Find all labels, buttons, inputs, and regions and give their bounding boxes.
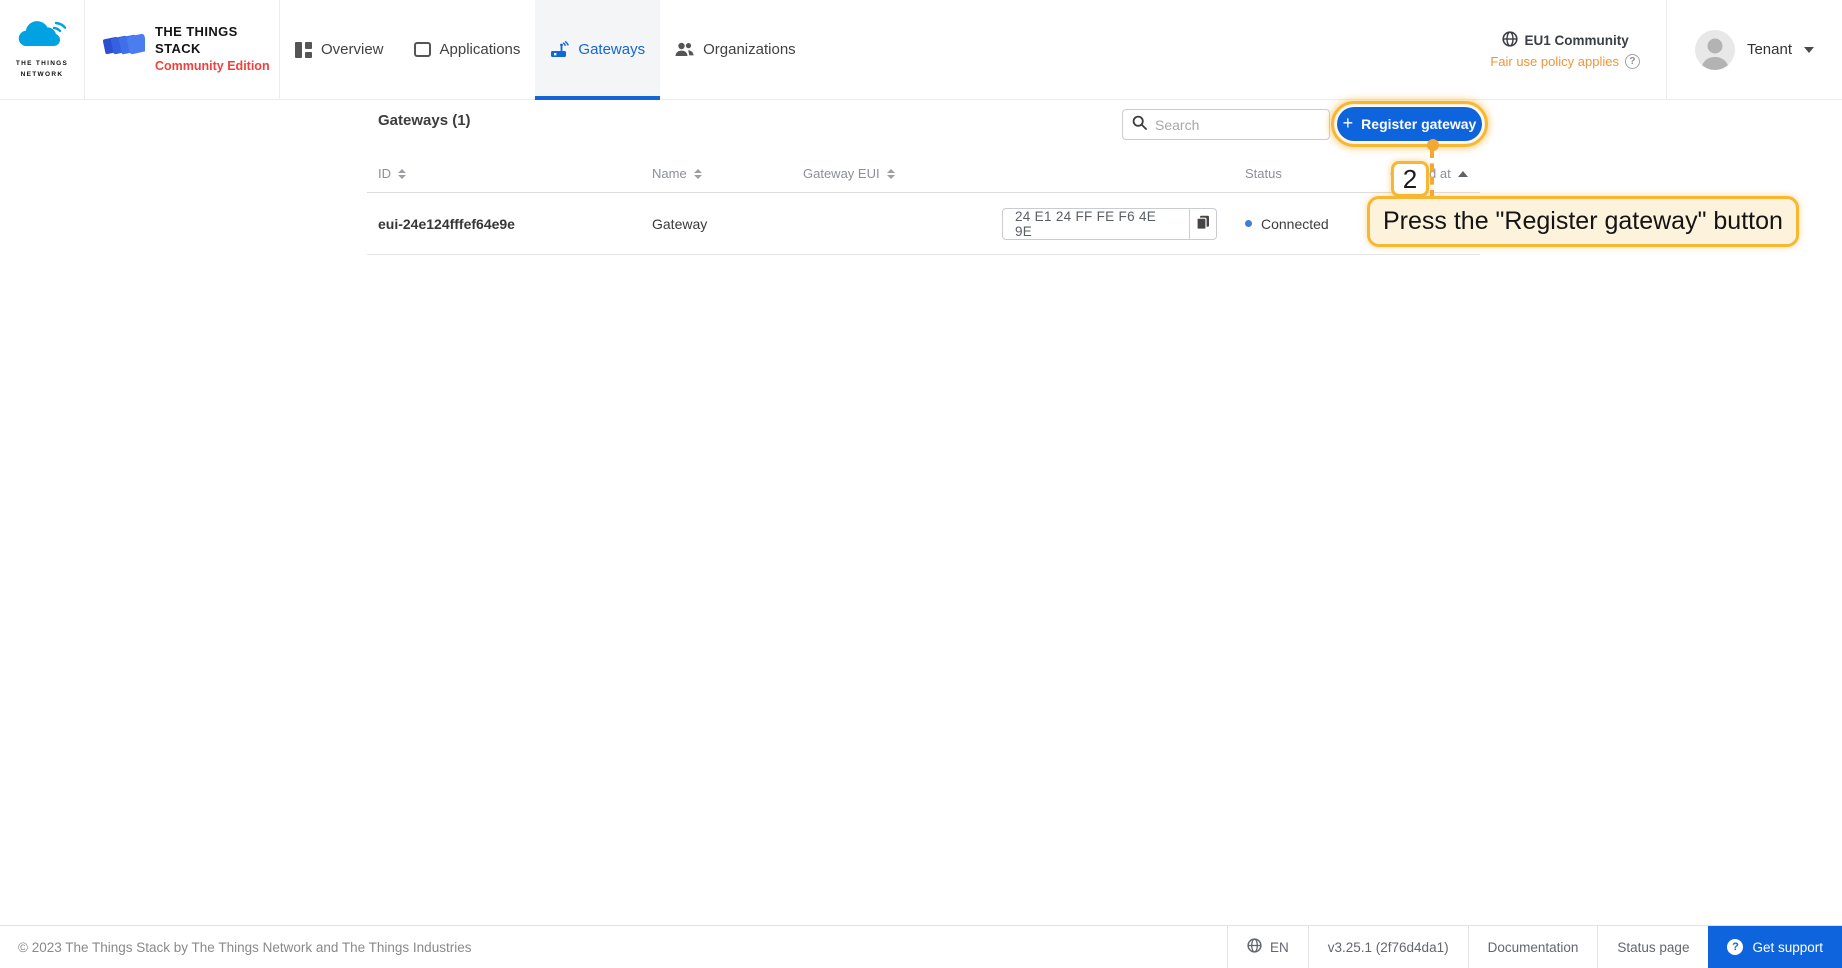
- things-stack-logo[interactable]: THE THINGS STACK Community Edition: [85, 0, 280, 99]
- fair-use-help-icon[interactable]: ?: [1625, 54, 1640, 69]
- sort-icon: [887, 169, 895, 179]
- tab-gateways[interactable]: Gateways: [535, 0, 660, 99]
- applications-window-icon: [414, 42, 431, 57]
- connected-status-dot: [1245, 220, 1252, 227]
- cluster-name: EU1 Community: [1525, 33, 1629, 48]
- cluster-info: EU1 Community Fair use policy applies ?: [1464, 0, 1666, 99]
- tab-overview[interactable]: Overview: [280, 0, 399, 99]
- column-header-gateway-eui[interactable]: Gateway EUI: [803, 166, 895, 181]
- tts-logo-title: THE THINGS STACK: [155, 24, 279, 58]
- search-input[interactable]: [1155, 117, 1320, 133]
- user-menu[interactable]: Tenant: [1667, 0, 1842, 99]
- plus-icon: +: [1343, 114, 1354, 132]
- column-header-id-label: ID: [378, 166, 391, 181]
- search-icon: [1132, 115, 1147, 135]
- copy-eui-button[interactable]: [1189, 209, 1216, 239]
- tab-gateways-label: Gateways: [578, 41, 645, 58]
- annotation-step-badge: 2: [1391, 161, 1429, 197]
- table-row[interactable]: eui-24e124fffef64e9e Gateway 24 E1 24 FF…: [367, 193, 1480, 255]
- column-header-name[interactable]: Name: [652, 166, 702, 181]
- column-header-eui-label: Gateway EUI: [803, 166, 880, 181]
- cluster-globe-icon: [1502, 31, 1518, 50]
- tab-applications[interactable]: Applications: [399, 0, 536, 99]
- main-nav: Overview Applications: [280, 0, 811, 99]
- sort-icon: [398, 169, 406, 179]
- gateways-table: ID Name Gateway EUI Status Created at eu…: [367, 160, 1480, 255]
- gateways-router-icon: [550, 41, 569, 58]
- top-bar: THE THINGS NETWORK THE THINGS STACK Comm…: [0, 0, 1842, 100]
- copy-icon: [1196, 215, 1210, 233]
- tab-organizations-label: Organizations: [703, 41, 796, 58]
- table-header-row: ID Name Gateway EUI Status Created at: [367, 160, 1480, 193]
- language-selector[interactable]: EN: [1227, 926, 1308, 968]
- gateway-name-cell: Gateway: [652, 216, 707, 232]
- register-gateway-label: Register gateway: [1361, 116, 1476, 132]
- search-box: [1122, 109, 1330, 140]
- documentation-link[interactable]: Documentation: [1468, 926, 1598, 968]
- column-header-name-label: Name: [652, 166, 687, 181]
- gateways-page: THE THINGS NETWORK THE THINGS STACK Comm…: [0, 0, 1842, 968]
- status-page-link[interactable]: Status page: [1597, 926, 1708, 968]
- language-globe-icon: [1247, 938, 1262, 956]
- page-title: Gateways (1): [378, 112, 471, 129]
- tts-logo-subtitle: Community Edition: [155, 58, 279, 74]
- tts-squares-icon: [101, 28, 145, 71]
- column-header-status: Status: [1245, 166, 1282, 181]
- copyright-text: © 2023 The Things Stack by The Things Ne…: [0, 926, 471, 968]
- column-header-id[interactable]: ID: [378, 166, 406, 181]
- gateway-status-cell: Connected: [1245, 216, 1329, 232]
- ttn-logo-text-line2: NETWORK: [21, 70, 64, 79]
- annotation-tooltip: Press the "Register gateway" button: [1367, 196, 1799, 247]
- user-name: Tenant: [1747, 41, 1792, 58]
- gateway-eui-value: 24 E1 24 FF FE F6 4E 9E: [1003, 209, 1189, 239]
- ttn-logo-text-line1: THE THINGS: [16, 59, 68, 68]
- language-label: EN: [1270, 940, 1289, 955]
- fair-use-label: Fair use policy applies: [1490, 54, 1619, 69]
- version-info: v3.25.1 (2f76d4da1): [1308, 926, 1468, 968]
- connected-status-label: Connected: [1261, 216, 1329, 232]
- footer-right: EN v3.25.1 (2f76d4da1) Documentation Sta…: [1227, 926, 1842, 968]
- tab-overview-label: Overview: [321, 41, 384, 58]
- chevron-down-icon: [1804, 47, 1814, 53]
- get-support-button[interactable]: ? Get support: [1708, 926, 1842, 968]
- header-right: EU1 Community Fair use policy applies ? …: [1464, 0, 1842, 99]
- fair-use-policy-link[interactable]: Fair use policy applies ?: [1490, 54, 1640, 69]
- sort-icon: [694, 169, 702, 179]
- column-header-status-label: Status: [1245, 166, 1282, 181]
- gateway-id-cell: eui-24e124fffef64e9e: [378, 216, 515, 232]
- organizations-people-icon: [675, 42, 694, 57]
- annotation-dashed-connector: [1430, 150, 1434, 198]
- gateway-eui-field: 24 E1 24 FF FE F6 4E 9E: [1002, 208, 1217, 240]
- register-gateway-button[interactable]: + Register gateway: [1337, 107, 1482, 141]
- get-support-label: Get support: [1752, 940, 1823, 955]
- overview-grid-icon: [295, 42, 312, 58]
- avatar: [1695, 30, 1735, 70]
- sort-ascending-icon: [1458, 171, 1468, 177]
- footer: © 2023 The Things Stack by The Things Ne…: [0, 925, 1842, 968]
- tab-applications-label: Applications: [440, 41, 521, 58]
- ttn-cloud-icon: [18, 20, 66, 57]
- tab-organizations[interactable]: Organizations: [660, 0, 811, 99]
- things-network-logo[interactable]: THE THINGS NETWORK: [0, 0, 85, 99]
- support-question-icon: ?: [1727, 939, 1743, 955]
